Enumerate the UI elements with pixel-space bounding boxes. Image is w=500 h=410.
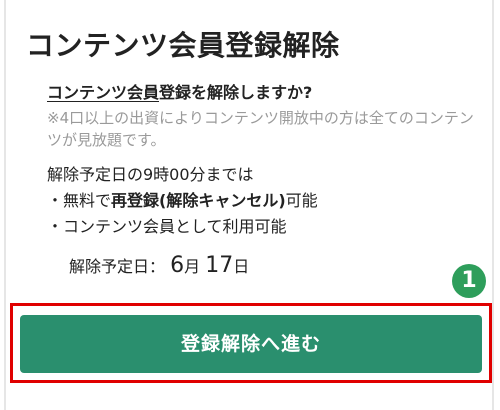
- schedule-info: 解除予定日の9時00分までは ・無料で再登録(解除キャンセル)可能 ・コンテンツ…: [47, 162, 318, 240]
- step-number-badge: 1: [452, 264, 486, 298]
- schedule-item-rejoin-bold: 再登録(解除キャンセル): [111, 191, 286, 210]
- schedule-item-usage: ・コンテンツ会員として利用可能: [47, 217, 287, 236]
- schedule-intro: 解除予定日の9時00分までは: [47, 165, 254, 184]
- content-membership-label: コンテンツ会員: [47, 83, 160, 102]
- schedule-item-rejoin-prefix: ・無料で: [47, 191, 112, 210]
- confirm-question-rest: 登録を解除しますか?: [159, 83, 313, 102]
- notice-text: ※4口以上の出資によりコンテンツ開放中の方は全てのコンテンツが見放題です。: [47, 109, 474, 149]
- cancellation-date-day: 17: [205, 253, 234, 278]
- cancellation-date-day-unit: 日: [233, 257, 250, 276]
- cancellation-date-month: 6: [170, 253, 185, 278]
- confirm-question: コンテンツ会員登録を解除しますか?: [47, 79, 312, 103]
- cancellation-date-month-unit: 月: [184, 257, 201, 276]
- page-title: コンテンツ会員登録解除: [26, 29, 340, 62]
- schedule-item-rejoin: ・無料で再登録(解除キャンセル)可能: [47, 188, 318, 214]
- schedule-item-rejoin-suffix: 可能: [285, 191, 318, 210]
- proceed-cancellation-button[interactable]: 登録解除へ進む: [20, 315, 482, 373]
- cancellation-date: 解除予定日： 6月 17日: [69, 253, 249, 278]
- cancellation-date-label: 解除予定日：: [69, 257, 166, 276]
